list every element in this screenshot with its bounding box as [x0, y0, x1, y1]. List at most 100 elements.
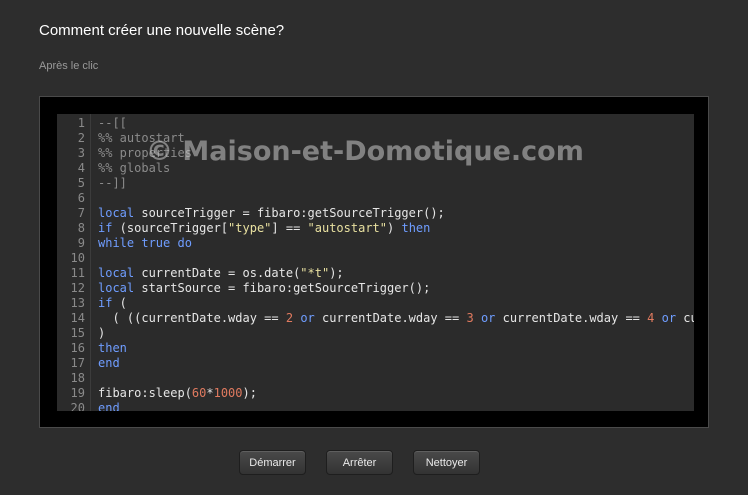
line-number: 15: [70, 326, 85, 340]
code-token: local: [98, 206, 135, 220]
code-line: 12 local startSource = fibaro:getSourceTr…: [57, 281, 694, 296]
code-token: (: [112, 296, 127, 310]
code-token: %% autostart: [98, 131, 185, 145]
code-token: fibaro:sleep(: [98, 386, 192, 400]
code-token: --[[: [98, 116, 127, 130]
code-text: then: [98, 341, 127, 356]
code-text: %% properties: [98, 146, 192, 161]
clear-button[interactable]: Nettoyer: [413, 450, 480, 475]
code-text: --]]: [98, 176, 127, 191]
code-line: 13 if (: [57, 296, 694, 311]
line-number: 7: [77, 206, 85, 220]
code-token: );: [242, 386, 257, 400]
code-text: --[[: [98, 116, 127, 131]
line-number: 11: [70, 266, 85, 280]
code-token: then: [401, 221, 431, 235]
code-token: or: [480, 311, 496, 325]
line-number: 18: [70, 371, 85, 385]
code-line: 1 --[[: [57, 116, 694, 131]
code-editor[interactable]: 1 --[[2 %% autostart 3 %% properties 4 %% glob…: [57, 114, 694, 411]
code-token: do: [177, 236, 192, 250]
code-text: local currentDate = os.date("*t");: [98, 266, 344, 281]
line-number: 5: [77, 176, 85, 190]
code-token: or: [300, 311, 315, 325]
code-token: 1000: [213, 386, 243, 400]
code-token: currentDate.wday ==: [314, 311, 467, 325]
code-line: 19 fibaro:sleep(60*1000);: [57, 386, 694, 401]
code-line: 4 %% globals: [57, 161, 694, 176]
code-token: then: [98, 341, 127, 355]
line-number: 16: [70, 341, 85, 355]
line-number: 3: [77, 146, 85, 160]
code-text: end: [98, 401, 120, 411]
code-token: (sourceTrigger[: [112, 221, 229, 235]
code-token: *: [206, 386, 214, 400]
code-token: or: [661, 311, 677, 325]
code-text: ): [98, 326, 105, 341]
code-line: 3 %% properties: [57, 146, 694, 161]
code-line: 18: [57, 371, 694, 386]
code-line: 16 then: [57, 341, 694, 356]
code-token: ( ((currentDate.wday ==: [98, 311, 286, 325]
editor-frame: 1 --[[2 %% autostart 3 %% properties 4 %% glob…: [39, 96, 709, 428]
stop-button[interactable]: Arrêter: [326, 450, 393, 475]
code-line: 2 %% autostart: [57, 131, 694, 146]
code-token: ): [98, 326, 106, 340]
code-token: 2: [285, 311, 294, 325]
code-token: %% globals: [98, 161, 171, 175]
code-line: 10: [57, 251, 694, 266]
code-token: end: [98, 356, 120, 370]
code-token: currentDate = os.date(: [134, 266, 301, 280]
line-number: 4: [77, 161, 85, 175]
line-number: 13: [70, 296, 85, 310]
code-token: 3: [466, 311, 474, 325]
code-text: if (sourceTrigger["type"] == "autostart"…: [98, 221, 430, 236]
code-text: end: [98, 356, 120, 371]
code-line: 5 --]]: [57, 176, 694, 191]
code-line: 20 end: [57, 401, 694, 411]
code-token: currentDate.wday ==: [495, 311, 648, 325]
code-text: while true do: [98, 236, 192, 251]
code-token: local: [98, 266, 135, 280]
line-number: 10: [70, 251, 85, 265]
code-token: %% properties: [98, 146, 192, 160]
code-token: while: [98, 236, 135, 250]
code-token: );: [329, 266, 344, 280]
code-line: 7 local sourceTrigger = fibaro:getSourceT…: [57, 206, 694, 221]
code-line: 9 while true do: [57, 236, 694, 251]
line-number: 8: [77, 221, 85, 235]
code-text: fibaro:sleep(60*1000);: [98, 386, 257, 401]
code-token: true: [141, 236, 171, 250]
line-number: 12: [70, 281, 85, 295]
page-subtitle: Après le clic: [39, 60, 99, 72]
code-line: 6: [57, 191, 694, 206]
code-line: 8 if (sourceTrigger["type"] == "autostart…: [57, 221, 694, 236]
start-button[interactable]: Démarrer: [239, 450, 306, 475]
code-text: if (: [98, 296, 127, 311]
code-line: 11 local currentDate = os.date("*t");: [57, 266, 694, 281]
code-token: if: [98, 221, 113, 235]
code-area[interactable]: 1 --[[2 %% autostart 3 %% properties 4 %% glob…: [57, 116, 694, 411]
code-text: local sourceTrigger = fibaro:getSourceTr…: [98, 206, 445, 221]
code-token: if: [98, 296, 113, 310]
code-token: sourceTrigger = fibaro:getSourceTrigger(…: [134, 206, 445, 220]
code-token: 60: [191, 386, 207, 400]
code-line: 14 ( ((currentDate.wday == 2 or currentD…: [57, 311, 694, 326]
line-number: 17: [70, 356, 85, 370]
line-number: 9: [77, 236, 85, 250]
page-title: Comment créer une nouvelle scène?: [39, 22, 285, 39]
line-number: 19: [70, 386, 85, 400]
code-token: ] ==: [271, 221, 308, 235]
line-number: 14: [70, 311, 85, 325]
code-text: %% autostart: [98, 131, 185, 146]
code-token: local: [98, 281, 135, 295]
code-token: "type": [228, 221, 272, 235]
code-token: "autostart": [307, 221, 388, 235]
code-token: ): [387, 221, 402, 235]
code-token: end: [98, 401, 120, 411]
code-token: startSource = fibaro:getSourceTrigger();: [134, 281, 431, 295]
line-number: 1: [77, 116, 85, 130]
